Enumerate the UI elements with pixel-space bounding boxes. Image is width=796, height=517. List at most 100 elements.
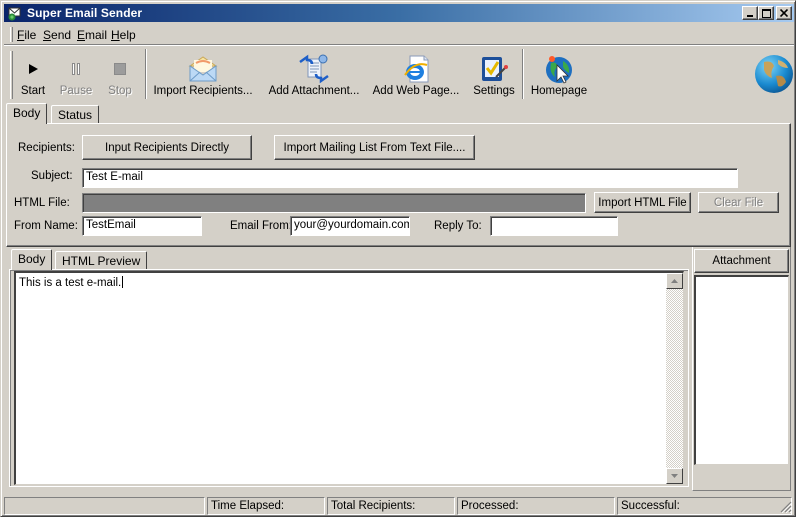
html-file-label: HTML File: <box>14 197 70 209</box>
maximize-button[interactable] <box>758 6 774 20</box>
processed-label: Processed: <box>461 500 519 512</box>
from-name-value: TestEmail <box>86 219 136 231</box>
reply-to-input[interactable] <box>490 216 618 236</box>
menu-bar: File Send Email Help <box>4 24 794 46</box>
close-icon <box>780 9 788 17</box>
scroll-up-button[interactable] <box>666 273 683 289</box>
import-recipients-button[interactable]: Import Recipients... <box>153 47 253 101</box>
input-recipients-button[interactable]: Input Recipients Directly <box>82 135 252 160</box>
status-processed: Processed: <box>457 497 615 515</box>
stop-button[interactable]: Stop <box>104 47 136 101</box>
minimize-button[interactable] <box>742 6 758 20</box>
toolbar: Start Pause Stop Import Recipients... Ad… <box>4 47 794 102</box>
input-recipients-button-label: Input Recipients Directly <box>105 141 229 154</box>
menu-send-accel: S <box>43 28 52 42</box>
envelope-icon <box>188 56 218 82</box>
scroll-down-button[interactable] <box>666 468 683 484</box>
tab-body[interactable]: Body <box>6 103 48 124</box>
email-from-value: your@yourdomain.com <box>294 219 410 231</box>
total-recipients-label: Total Recipients: <box>331 500 416 512</box>
editor-tab-body[interactable]: Body <box>11 249 53 270</box>
subject-label: Subject: <box>31 170 73 182</box>
menu-file[interactable]: File <box>17 28 36 42</box>
attachment-icon <box>299 54 329 84</box>
editor-vertical-scrollbar[interactable] <box>666 273 683 484</box>
size-grip-icon[interactable] <box>780 501 792 513</box>
add-attachment-button[interactable]: Add Attachment... <box>264 47 364 101</box>
body-editor[interactable]: This is a test e-mail. <box>14 271 684 485</box>
editor-tab-html-preview[interactable]: HTML Preview <box>55 251 148 270</box>
editor-tab-html-preview-label: HTML Preview <box>62 254 141 268</box>
clear-file-button[interactable]: Clear File <box>698 192 779 213</box>
close-button[interactable] <box>776 6 792 20</box>
attachment-header-label: Attachment <box>712 255 771 267</box>
title-bar[interactable]: Super Email Sender <box>4 4 794 22</box>
menu-help-accel: H <box>111 28 120 42</box>
status-total-recipients: Total Recipients: <box>327 497 455 515</box>
add-web-page-button[interactable]: Add Web Page... <box>370 47 462 101</box>
status-time-elapsed: Time Elapsed: <box>207 497 325 515</box>
start-label: Start <box>20 85 46 97</box>
recipients-label: Recipients: <box>18 142 75 154</box>
homepage-label: Homepage <box>530 85 588 97</box>
status-bar: Time Elapsed: Total Recipients: Processe… <box>4 495 794 515</box>
tab-status-label: Status <box>58 108 93 122</box>
maximize-icon <box>761 8 771 18</box>
subject-value: Test E-mail <box>86 171 143 183</box>
text-caret <box>122 276 124 288</box>
html-file-input[interactable] <box>82 193 586 213</box>
body-text-content: This is a test e-mail. <box>19 277 122 289</box>
clear-file-button-label: Clear File <box>713 196 764 209</box>
arrow-down-icon <box>671 474 678 478</box>
pause-label: Pause <box>59 85 93 97</box>
tab-body-label: Body <box>13 106 41 120</box>
import-html-file-button-label: Import HTML File <box>598 196 687 209</box>
time-elapsed-label: Time Elapsed: <box>211 500 285 512</box>
minimize-icon <box>747 15 753 17</box>
menu-email[interactable]: Email <box>77 28 107 42</box>
menu-email-accel: E <box>77 28 86 42</box>
add-web-page-label: Add Web Page... <box>372 85 460 97</box>
add-attachment-label: Add Attachment... <box>268 85 360 97</box>
menu-grip[interactable] <box>10 27 13 42</box>
body-text: This is a test e-mail. <box>19 276 124 289</box>
toolbar-grip[interactable] <box>10 51 13 99</box>
status-successful: Successful: <box>617 497 792 515</box>
settings-button[interactable]: Settings <box>470 47 518 101</box>
successful-label: Successful: <box>621 500 680 512</box>
subject-input[interactable]: Test E-mail <box>82 168 738 188</box>
import-recipients-label: Import Recipients... <box>153 85 253 97</box>
homepage-button[interactable]: Homepage <box>530 47 588 101</box>
settings-icon <box>482 57 508 81</box>
menu-send-label: end <box>51 28 72 42</box>
editor-tab-body-label: Body <box>18 252 46 266</box>
window-title: Super Email Sender <box>27 6 143 20</box>
homepage-globe-icon <box>546 56 572 84</box>
stop-label: Stop <box>108 85 132 97</box>
stop-icon <box>114 63 126 75</box>
settings-label: Settings <box>473 85 515 97</box>
import-html-file-button[interactable]: Import HTML File <box>594 192 691 213</box>
web-page-icon <box>404 55 429 83</box>
email-from-input[interactable]: your@yourdomain.com <box>290 216 410 236</box>
status-message <box>4 497 205 515</box>
menu-send[interactable]: Send <box>43 28 71 42</box>
start-button[interactable]: Start <box>16 47 50 101</box>
app-icon <box>8 7 21 21</box>
toolbar-separator <box>522 49 524 99</box>
from-name-label: From Name: <box>14 220 78 232</box>
attachment-header[interactable]: Attachment <box>694 249 789 273</box>
reply-to-label: Reply To: <box>434 220 482 232</box>
import-mailing-list-button[interactable]: Import Mailing List From Text File.... <box>274 135 475 160</box>
menu-help[interactable]: Help <box>111 28 136 42</box>
attachment-list[interactable] <box>694 275 789 465</box>
arrow-up-icon <box>671 279 678 283</box>
menu-help-label: elp <box>119 28 136 42</box>
toolbar-separator <box>145 49 147 99</box>
from-name-input[interactable]: TestEmail <box>82 216 202 236</box>
pause-button[interactable]: Pause <box>57 47 95 101</box>
pause-icon <box>72 63 80 75</box>
animated-globe-icon <box>755 55 793 93</box>
tab-status[interactable]: Status <box>51 105 100 124</box>
play-icon <box>29 64 38 74</box>
